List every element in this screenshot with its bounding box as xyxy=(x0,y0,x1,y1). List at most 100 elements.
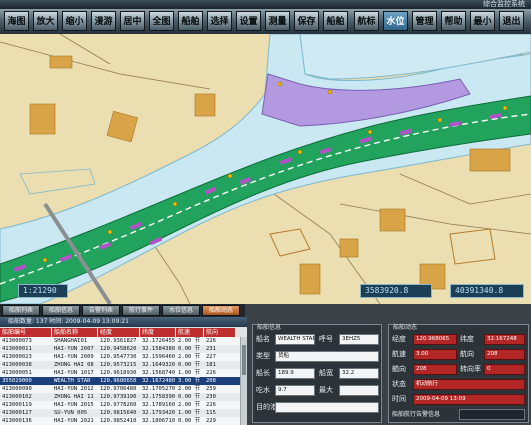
table-cell: 120.9739190 xyxy=(100,394,137,400)
table-cell: 2.00 节 xyxy=(178,386,201,392)
table-cell: 231 xyxy=(206,346,216,352)
dynamics-label: 艏向 xyxy=(392,365,406,373)
chart-canvas[interactable] xyxy=(0,34,531,304)
toolbar-button-15[interactable]: 帮助 xyxy=(441,11,466,31)
table-cell: 115 xyxy=(206,410,216,416)
toolbar-button-17[interactable]: 退出 xyxy=(499,11,524,31)
toolbar-button-0[interactable]: 海图 xyxy=(4,11,29,31)
table-cell: 0.00 节 xyxy=(178,346,201,352)
table-cell: 120.9680650 xyxy=(100,378,137,384)
dynamics-value: 机动航行 xyxy=(413,379,525,390)
app-title: 综合监控系统 xyxy=(483,0,525,8)
toolbar-button-11[interactable]: 船舶 xyxy=(323,11,348,31)
tab-3[interactable]: 航行事件 xyxy=(122,305,160,316)
ship-info-label: 最大 xyxy=(319,386,333,394)
toolbar-button-13[interactable]: 水位 xyxy=(383,11,408,31)
tab-4[interactable]: 水位信息 xyxy=(162,305,200,316)
ship-info-value: 3EHZ5 xyxy=(339,334,379,345)
table-cell: 355029000 xyxy=(2,378,32,384)
main-toolbar: 海图 放大 缩小 漫游 居中 全图 船舶 选择 设置 测量 保存 船舶 航标 水位 管理 帮助 最小 退出 xyxy=(0,9,531,35)
column-header-4[interactable]: 航速 xyxy=(176,328,204,337)
table-cell: 120.9778260 xyxy=(100,402,137,408)
table-cell: 413000119 xyxy=(2,402,32,408)
column-header-2[interactable]: 经度 xyxy=(98,328,140,337)
table-cell: 1.00 节 xyxy=(178,370,201,376)
dynamics-group: 船舶动态 经度 120.968065 纬度 32.167248 航速 3.00 航向 208 艏… xyxy=(388,324,529,423)
table-cell: 32.1806710 xyxy=(142,418,176,424)
toolbar-button-12[interactable]: 航标 xyxy=(354,11,379,31)
ship-list-panel: 船舶数量: 137 时间: 2009-04-09 13:09:21 船舶编号 船舶… xyxy=(0,317,247,425)
table-row[interactable]: 413000136 HAI-YUN 2021 120.9852410 32.18067… xyxy=(0,417,240,425)
toolbar-button-2[interactable]: 缩小 xyxy=(62,11,87,31)
dynamics-value: 0 xyxy=(484,364,525,375)
toolbar-button-16[interactable]: 最小 xyxy=(470,11,495,31)
scroll-thumb[interactable] xyxy=(242,345,246,375)
toolbar-button-8[interactable]: 设置 xyxy=(236,11,261,31)
dynamics-label: 航速 xyxy=(392,350,406,358)
list-scrollbar[interactable] xyxy=(240,337,247,425)
table-cell: 1.00 节 xyxy=(178,410,201,416)
coord-x-readout: 3583920.8 xyxy=(360,284,432,298)
toolbar-button-9[interactable]: 测量 xyxy=(265,11,290,31)
table-cell: 120.9706480 xyxy=(100,386,137,392)
ship-info-value: 9.7 xyxy=(275,385,315,396)
tab-5[interactable]: 船舶动态 xyxy=(202,305,240,316)
table-cell: 2.00 节 xyxy=(178,402,201,408)
list-header: 船舶数量: 137 时间: 2009-04-09 13:09:21 xyxy=(0,317,247,327)
table-cell: 32.1649320 xyxy=(142,362,176,368)
table-cell: 32.1705270 xyxy=(142,386,176,392)
chart-map[interactable]: 1:21290 3583920.8 40391340.8 xyxy=(0,34,531,304)
dynamics-label: 纬度 xyxy=(460,335,474,343)
table-cell: 259 xyxy=(206,386,216,392)
ship-info-group: 船舶信息 船名 WEALTH STAR 呼号 3EHZ5 类型 货船 船长 189.9 船宽 32… xyxy=(252,324,382,423)
toolbar-button-14[interactable]: 管理 xyxy=(412,11,437,31)
tab-0[interactable]: 船舶列表 xyxy=(2,305,40,316)
dynamics-label: 转向率 xyxy=(460,365,481,373)
table-cell: SHANGHAI01 xyxy=(54,338,88,344)
dynamics-value: 208 xyxy=(413,364,457,375)
tab-1[interactable]: 船舶信息 xyxy=(42,305,80,316)
column-header-1[interactable]: 船舶名称 xyxy=(52,328,98,337)
bottom-panel: 船舶列表 船舶信息 告警列表 航行事件 水位信息 船舶动态 船舶数量: 137 时间: 2… xyxy=(0,304,531,425)
column-header-3[interactable]: 纬度 xyxy=(140,328,176,337)
table-cell: 227 xyxy=(206,354,216,360)
column-header-0[interactable]: 船舶编号 xyxy=(0,328,52,337)
table-cell: 32.1584380 xyxy=(142,346,176,352)
table-cell: SU-YUN 005 xyxy=(54,410,88,416)
toolbar-button-10[interactable]: 保存 xyxy=(294,11,319,31)
dynamics-label: 航向 xyxy=(460,350,474,358)
alarm-bar xyxy=(459,409,525,420)
ship-info-label: 目的港 xyxy=(256,403,277,411)
table-cell: 413000102 xyxy=(2,394,32,400)
table-cell: 32.1596460 xyxy=(142,354,176,360)
ship-info-label: 船长 xyxy=(256,369,270,377)
dynamics-value: 32.167248 xyxy=(484,334,525,345)
toolbar-button-1[interactable]: 放大 xyxy=(33,11,58,31)
alarm-label: 船舶航行告警信息 xyxy=(392,411,441,418)
list-tabs: 船舶列表 船舶信息 告警列表 航行事件 水位信息 船舶动态 xyxy=(0,304,245,317)
table-cell: 229 xyxy=(206,418,216,424)
toolbar-button-4[interactable]: 居中 xyxy=(120,11,145,31)
title-bar: 综合监控系统 xyxy=(0,0,531,9)
dynamics-label: 状态 xyxy=(392,380,406,388)
table-cell: 226 xyxy=(206,402,216,408)
tab-2[interactable]: 告警列表 xyxy=(82,305,120,316)
table-cell: ZHONG HAI 08 xyxy=(54,362,94,368)
table-cell: 226 xyxy=(206,338,216,344)
column-header-5[interactable]: 航向 xyxy=(204,328,236,337)
dynamics-value: 208 xyxy=(484,349,525,360)
toolbar-button-6[interactable]: 船舶 xyxy=(178,11,203,31)
table-cell: 413000011 xyxy=(2,346,32,352)
table-cell: 413000073 xyxy=(2,338,32,344)
dynamics-value: 120.968065 xyxy=(413,334,457,345)
toolbar-button-7[interactable]: 选择 xyxy=(207,11,232,31)
table-cell: 413000023 xyxy=(2,354,32,360)
table-cell: 32.1789160 xyxy=(142,402,176,408)
dynamics-label: 时间 xyxy=(392,395,406,403)
toolbar-button-5[interactable]: 全图 xyxy=(149,11,174,31)
toolbar-button-3[interactable]: 漫游 xyxy=(91,11,116,31)
ship-info-label: 类型 xyxy=(256,352,270,360)
table-cell: 120.9573215 xyxy=(100,362,137,368)
table-cell: 32.1672480 xyxy=(142,378,176,384)
table-cell: HAI-YUN 2009 xyxy=(54,354,94,360)
